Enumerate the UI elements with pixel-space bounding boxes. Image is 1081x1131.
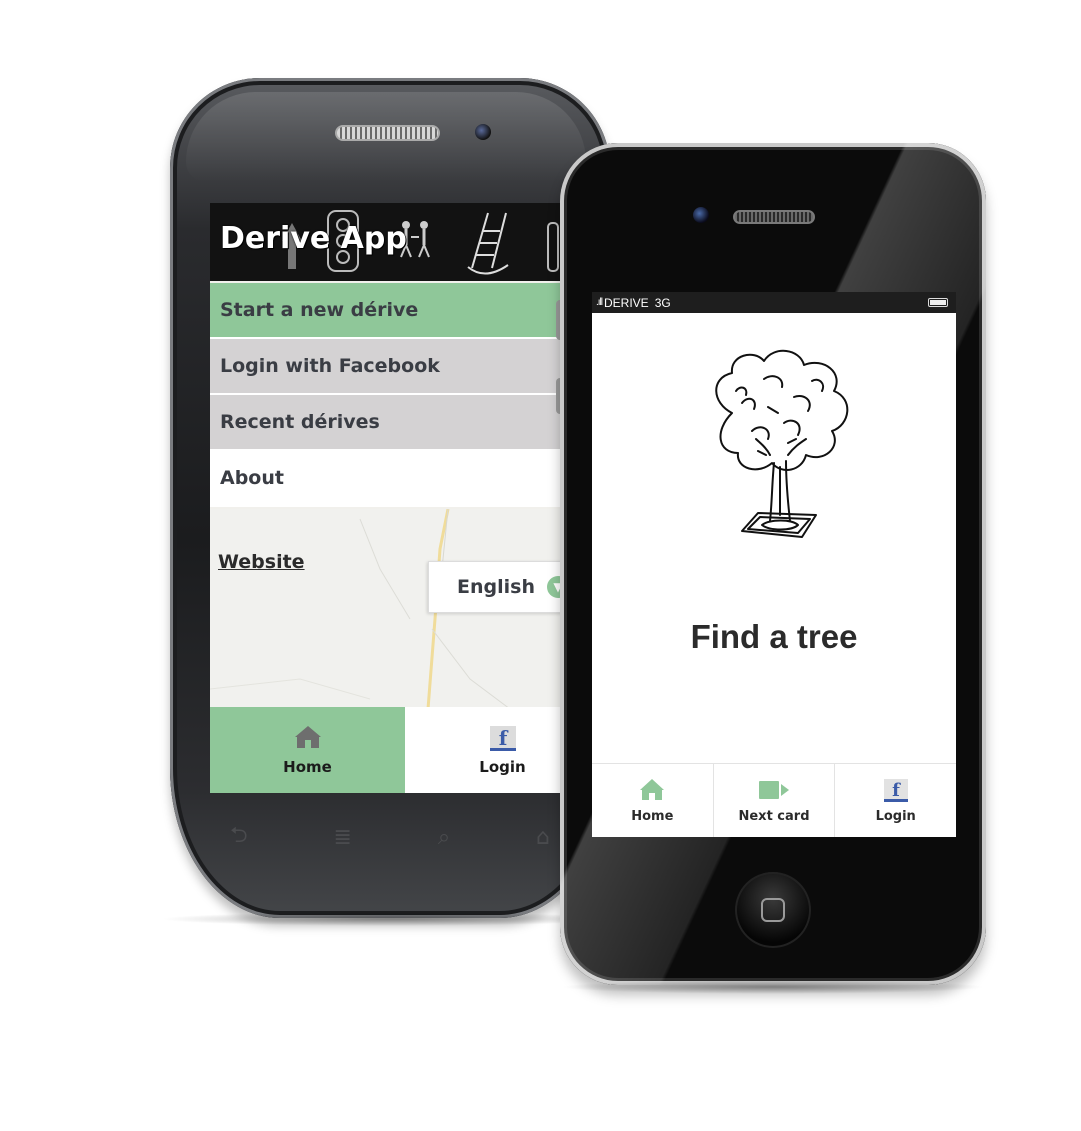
- iphone-front-camera: [693, 207, 709, 223]
- android-tab-bar: Home f Login: [210, 707, 560, 793]
- menu-item-start-derive[interactable]: Start a new dérive: [210, 283, 560, 339]
- android-front-camera: [475, 124, 491, 140]
- app-title: Derive App: [220, 221, 407, 256]
- menu-item-label: Recent dérives: [220, 411, 380, 433]
- menu-item-label: Start a new dérive: [220, 299, 419, 321]
- menu-item-label: About: [220, 467, 284, 489]
- chevron-down-icon: ▼: [547, 576, 560, 598]
- tree-illustration: [715, 350, 849, 538]
- menu-item-recent-derives[interactable]: Recent dérives: [210, 395, 560, 451]
- battery-icon: [928, 298, 948, 307]
- android-screen: Derive App Start a new dérive Login with…: [210, 203, 560, 793]
- menu-item-login-facebook[interactable]: Login with Facebook: [210, 339, 560, 395]
- iphone-tab-bar: Home Next card f Login: [592, 763, 956, 837]
- tab-login[interactable]: f Login: [835, 764, 956, 837]
- tab-label: Home: [283, 758, 332, 776]
- menu-item-about[interactable]: About: [210, 451, 560, 507]
- home-icon: [640, 779, 665, 800]
- search-icon[interactable]: ⌕: [438, 825, 450, 850]
- card-title: Find a tree: [690, 618, 858, 655]
- network-type: 3G: [654, 295, 671, 310]
- language-selected-value: English: [457, 576, 535, 598]
- home-outline-icon[interactable]: ⌂: [536, 825, 550, 850]
- tab-login[interactable]: f Login: [405, 707, 560, 793]
- iphone-home-button[interactable]: [735, 872, 811, 948]
- android-app-header: Derive App: [210, 203, 560, 281]
- home-button-square-icon: [761, 898, 785, 922]
- android-main-menu: Start a new dérive Login with Facebook R…: [210, 283, 560, 507]
- tab-home[interactable]: Home: [210, 707, 405, 793]
- back-icon[interactable]: ⮌: [230, 818, 248, 856]
- facebook-icon: f: [883, 779, 908, 802]
- website-link[interactable]: Website: [218, 551, 305, 573]
- tab-next-card[interactable]: Next card: [714, 764, 836, 837]
- home-icon: [294, 726, 321, 748]
- facebook-icon: f: [489, 726, 516, 751]
- menu-item-label: Login with Facebook: [220, 355, 440, 377]
- tab-label: Login: [875, 809, 916, 824]
- tab-label: Home: [631, 809, 674, 824]
- signal-strength-icon: .ıll: [596, 297, 603, 308]
- android-nav-keys: ⮌ ≣ ⌕ ⌂: [230, 822, 550, 852]
- tab-label: Login: [479, 758, 526, 776]
- carrier-name: DERIVE: [604, 295, 649, 310]
- next-card-icon: [759, 781, 789, 799]
- language-select[interactable]: English ▼: [428, 561, 560, 613]
- tab-label: Next card: [738, 809, 810, 824]
- facebook-letter: f: [498, 726, 508, 750]
- android-floor-shadow: [160, 912, 620, 926]
- iphone-screen: Find a tree Home Next card f Login: [592, 313, 956, 837]
- facebook-letter: f: [892, 780, 901, 801]
- iphone-floor-shadow: [560, 980, 986, 994]
- iphone-status-bar: .ıll DERIVE 3G: [592, 292, 956, 313]
- tab-home[interactable]: Home: [592, 764, 714, 837]
- menu-icon[interactable]: ≣: [334, 825, 352, 850]
- mockup-stage: ⮌ ≣ ⌕ ⌂ Derive App Start a new dérive Lo…: [0, 0, 1081, 1131]
- android-speaker-grille: [335, 125, 440, 141]
- iphone-earpiece: [733, 210, 815, 224]
